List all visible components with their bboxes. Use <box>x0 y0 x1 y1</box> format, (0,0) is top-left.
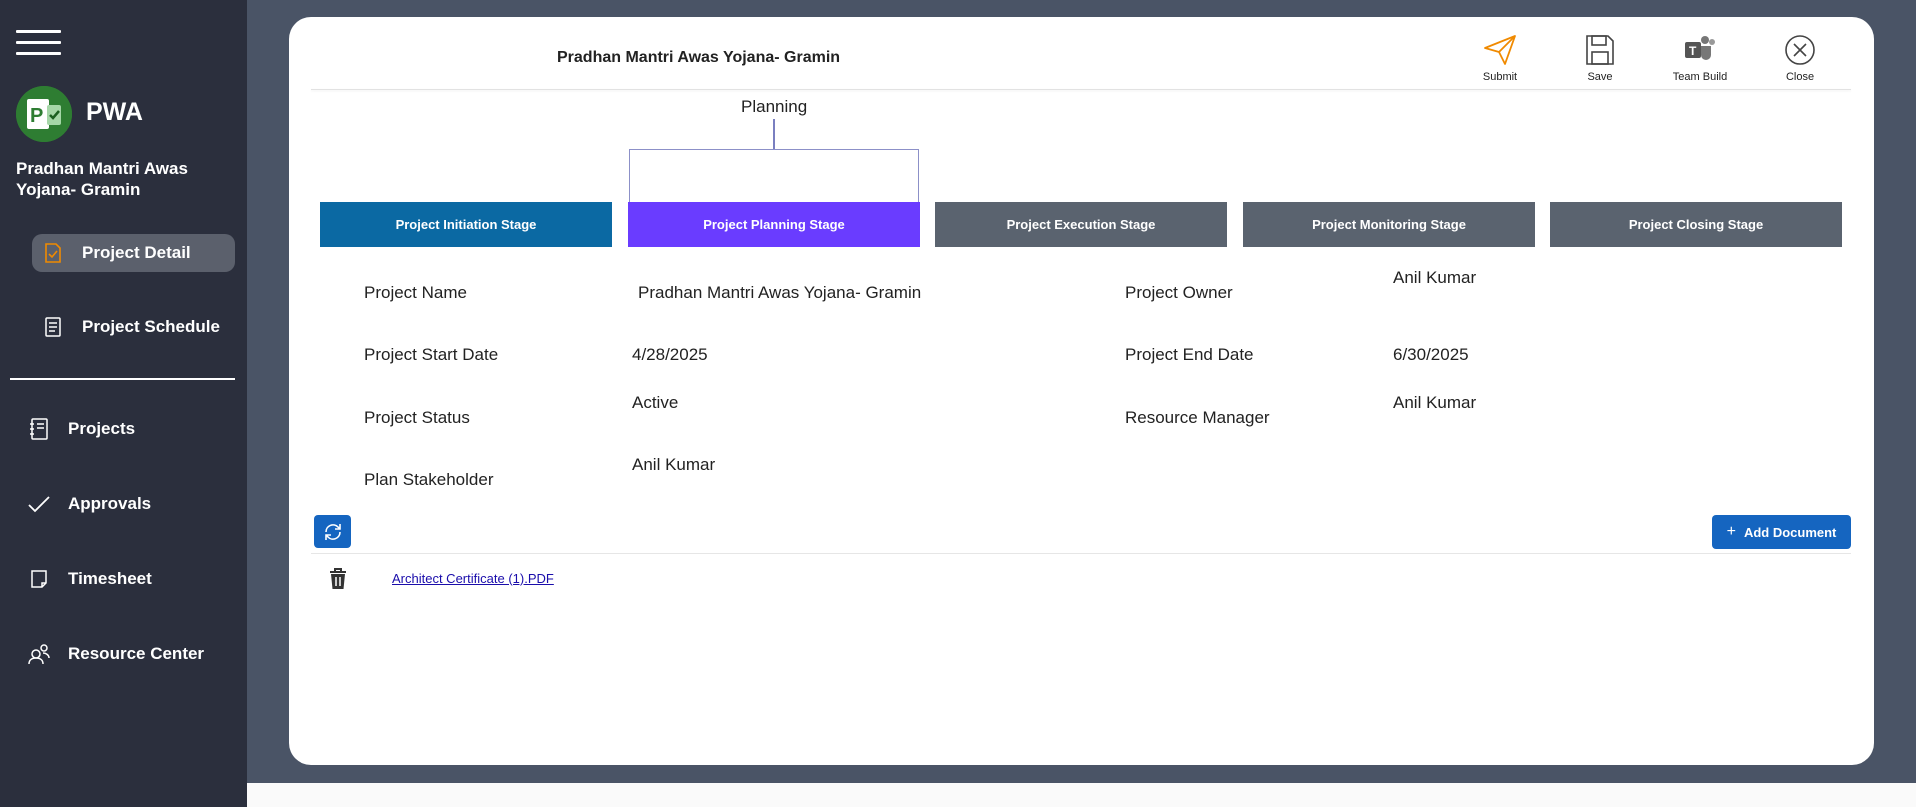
project-status-label: Project Status <box>364 408 470 427</box>
sidebar: P PWA Pradhan Mantri Awas Yojana- Gramin… <box>0 0 247 807</box>
stage-closing[interactable]: Project Closing Stage <box>1550 202 1842 247</box>
document-check-icon <box>42 242 64 264</box>
project-status-value: Active <box>632 393 679 412</box>
submit-label: Submit <box>1482 71 1518 83</box>
team-build-button[interactable]: T Team Build <box>1660 31 1740 83</box>
project-start-date-label: Project Start Date <box>364 345 499 364</box>
project-name-label: Project Name <box>364 283 467 302</box>
project-web-app-logo: P <box>16 86 72 142</box>
project-owner-value: Anil Kumar <box>1393 268 1477 287</box>
refresh-button[interactable] <box>314 515 351 548</box>
header-divider <box>311 89 1851 90</box>
sidebar-item-project-schedule[interactable]: Project Schedule <box>42 316 220 338</box>
plan-stakeholder-label: Plan Stakeholder <box>364 470 494 489</box>
sidebar-item-label: Project Detail <box>82 243 191 262</box>
close-label: Close <box>1785 71 1815 83</box>
project-detail-panel: Pradhan Mantri Awas Yojana- Gramin Submi… <box>289 17 1874 765</box>
phase-indicator-stem <box>773 119 775 149</box>
sidebar-item-resource-center[interactable]: Resource Center <box>28 643 204 665</box>
notebook-icon <box>28 418 50 440</box>
project-name-value: Pradhan Mantri Awas Yojana- Gramin <box>638 283 922 302</box>
timesheet-icon <box>28 568 50 590</box>
sidebar-item-label: Project Schedule <box>82 317 220 336</box>
save-label: Save <box>1587 71 1613 83</box>
delete-document-icon[interactable] <box>327 567 349 591</box>
teams-icon: T <box>1660 31 1740 69</box>
project-end-date-label: Project End Date <box>1125 345 1254 364</box>
sidebar-item-label: Resource Center <box>68 644 205 663</box>
sidebar-divider <box>10 378 235 380</box>
schedule-icon <box>42 316 64 338</box>
svg-text:T: T <box>1689 44 1697 58</box>
save-button[interactable]: Save <box>1560 31 1640 83</box>
team-build-label: Team Build <box>1672 71 1728 83</box>
sidebar-item-label: Approvals <box>68 494 152 513</box>
sidebar-item-approvals[interactable]: Approvals <box>28 493 151 515</box>
sidebar-project-title: Pradhan Mantri Awas Yojana- Gramin <box>16 159 188 199</box>
submit-button[interactable]: Submit <box>1460 31 1540 83</box>
bottom-strip <box>247 783 1916 807</box>
page-title: Pradhan Mantri Awas Yojana- Gramin <box>557 49 841 66</box>
current-phase-label: Planning <box>741 97 808 116</box>
app-name: PWA <box>86 98 143 126</box>
project-end-date-value: 6/30/2025 <box>1393 345 1469 364</box>
close-button[interactable]: Close <box>1760 31 1840 83</box>
phase-indicator-box <box>629 149 919 202</box>
plus-icon: + <box>1726 523 1736 540</box>
send-icon <box>1460 31 1540 69</box>
stage-initiation[interactable]: Project Initiation Stage <box>320 202 612 247</box>
resource-manager-label: Resource Manager <box>1125 408 1270 427</box>
refresh-icon <box>324 523 341 540</box>
stage-monitoring[interactable]: Project Monitoring Stage <box>1243 202 1535 247</box>
svg-text:P: P <box>30 105 43 127</box>
people-icon <box>28 643 50 665</box>
project-owner-label: Project Owner <box>1125 283 1233 302</box>
stage-planning[interactable]: Project Planning Stage <box>628 202 920 247</box>
sidebar-item-label: Projects <box>68 419 136 438</box>
stage-execution[interactable]: Project Execution Stage <box>935 202 1227 247</box>
resource-manager-value: Anil Kumar <box>1393 393 1477 412</box>
save-icon <box>1560 31 1640 69</box>
plan-stakeholder-value: Anil Kumar <box>632 455 716 474</box>
sidebar-item-label: Timesheet <box>68 569 152 588</box>
sidebar-item-projects[interactable]: Projects <box>28 418 135 440</box>
document-link[interactable]: Architect Certificate (1).PDF <box>392 571 554 586</box>
sidebar-item-project-detail[interactable]: Project Detail <box>32 234 235 272</box>
hamburger-menu-icon[interactable] <box>16 30 61 56</box>
sidebar-item-timesheet[interactable]: Timesheet <box>28 568 152 590</box>
checkmark-icon <box>28 493 50 515</box>
documents-divider <box>311 553 1851 554</box>
close-icon <box>1760 31 1840 69</box>
add-document-label: Add Document <box>1743 524 1837 540</box>
add-document-button[interactable]: + Add Document <box>1712 515 1851 549</box>
project-start-date-value: 4/28/2025 <box>632 345 708 364</box>
